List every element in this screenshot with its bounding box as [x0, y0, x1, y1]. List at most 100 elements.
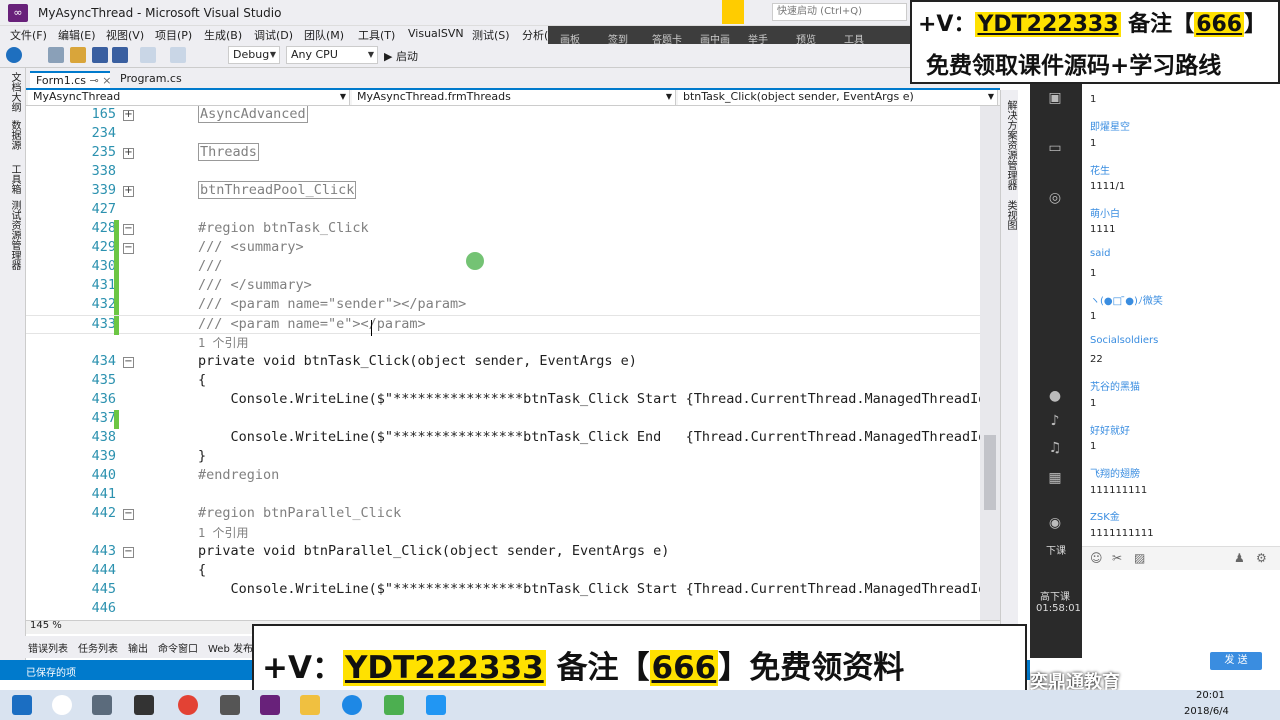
- menu-tools[interactable]: 工具(T): [358, 27, 395, 43]
- member-dropdown[interactable]: btnTask_Click(object sender, EventArgs e…: [678, 90, 998, 105]
- pin-icon[interactable]: ⊸ ×: [89, 74, 111, 87]
- chat-username[interactable]: 萌小白: [1090, 205, 1120, 220]
- chat-username[interactable]: 即燿星空: [1090, 118, 1130, 133]
- reference-count-link[interactable]: 1 个引用: [198, 334, 248, 351]
- collapsed-region[interactable]: Threads: [198, 143, 259, 161]
- menu-build[interactable]: 生成(B): [204, 27, 242, 43]
- new-project-icon[interactable]: [48, 47, 64, 63]
- zoom-level-select[interactable]: 145 %: [30, 620, 62, 631]
- screen-share-icon[interactable]: ▭: [1045, 140, 1065, 160]
- solution-explorer-tab[interactable]: 解决方案资源管理器: [1003, 100, 1018, 190]
- fold-collapse-icon[interactable]: −: [123, 357, 134, 368]
- speaker-icon[interactable]: ♪: [1045, 413, 1065, 433]
- chat-username[interactable]: 好好就好: [1090, 422, 1130, 437]
- code-line: 440 #endregion: [26, 467, 986, 486]
- save-all-icon[interactable]: [112, 47, 128, 63]
- end-class-label[interactable]: 下课: [1046, 542, 1066, 557]
- chat-username[interactable]: ZSK金: [1090, 508, 1120, 523]
- tab-output[interactable]: 输出: [128, 640, 148, 655]
- configuration-select[interactable]: Debug ▼: [228, 46, 280, 64]
- back-icon[interactable]: [6, 47, 22, 63]
- menu-analyze[interactable]: 分析(: [522, 27, 548, 43]
- filter-icon[interactable]: [722, 0, 744, 24]
- tab-task-list[interactable]: 任务列表: [78, 640, 118, 655]
- search-icon[interactable]: [52, 695, 72, 715]
- chrome-icon[interactable]: [178, 695, 198, 715]
- class-dropdown[interactable]: MyAsyncThread.frmThreads ▼: [352, 90, 676, 105]
- tab-program[interactable]: Program.cs: [114, 71, 188, 88]
- chat-username[interactable]: 花生: [1090, 162, 1110, 177]
- fold-expand-icon[interactable]: +: [123, 148, 134, 159]
- menu-file[interactable]: 文件(F): [10, 27, 47, 43]
- tab-web-publish[interactable]: Web 发布: [208, 640, 253, 655]
- menu-edit[interactable]: 编辑(E): [58, 27, 96, 43]
- members-icon[interactable]: ♟: [1234, 551, 1245, 565]
- emoji-icon[interactable]: ☺: [1090, 551, 1103, 565]
- task-view-icon[interactable]: [92, 695, 112, 715]
- fold-collapse-icon[interactable]: −: [123, 224, 134, 235]
- vertical-scrollbar[interactable]: [980, 106, 1000, 620]
- undo-icon[interactable]: [140, 47, 156, 63]
- chat-username[interactable]: 艽谷的黑猫: [1090, 378, 1140, 393]
- whiteboard-icon[interactable]: ◎: [1045, 190, 1065, 210]
- class-view-tab[interactable]: 类视图: [1003, 200, 1018, 230]
- redo-icon[interactable]: [170, 47, 186, 63]
- chat-username[interactable]: Socialsoldiers: [1090, 335, 1158, 346]
- app-icon[interactable]: [134, 695, 154, 715]
- fold-collapse-icon[interactable]: −: [123, 509, 134, 520]
- toolbox-tab[interactable]: 工具箱: [7, 164, 22, 194]
- app-icon[interactable]: [220, 695, 240, 715]
- tab-form1[interactable]: Form1.cs ⊸ ×: [30, 71, 111, 88]
- platform-select[interactable]: Any CPU ▼: [286, 46, 378, 64]
- app-icon[interactable]: [426, 695, 446, 715]
- app-icon[interactable]: [384, 695, 404, 715]
- fold-expand-icon[interactable]: +: [123, 186, 134, 197]
- chat-username[interactable]: said: [1090, 248, 1110, 259]
- menu-team[interactable]: 团队(M): [304, 27, 344, 43]
- data-sources-tab[interactable]: 数据源: [7, 120, 22, 150]
- send-button[interactable]: 发 送: [1210, 652, 1262, 670]
- test-explorer-tab[interactable]: 测试资源管理器: [7, 200, 22, 270]
- app-icon[interactable]: [342, 695, 362, 715]
- code-editor[interactable]: 165 + AsyncAdvanced 234 235 + Threads 338 33…: [26, 106, 986, 620]
- code-text: private void btnParallel_Click(object se…: [198, 543, 670, 559]
- chat-message: 1111/1: [1090, 181, 1126, 192]
- menu-view[interactable]: 视图(V): [106, 27, 144, 43]
- scissors-icon[interactable]: ✂: [1112, 551, 1122, 565]
- quick-launch-input[interactable]: 快速启动 (Ctrl+Q): [772, 3, 907, 21]
- promo-bottom-line: +V：YDT222333 备注【666】免费领资料: [262, 650, 905, 686]
- settings-icon[interactable]: ⚙: [1256, 551, 1267, 565]
- image-icon[interactable]: ▨: [1134, 551, 1145, 565]
- fold-expand-icon[interactable]: +: [123, 110, 134, 121]
- scrollbar-thumb[interactable]: [984, 435, 996, 510]
- menu-debug[interactable]: 调试(D): [254, 27, 293, 43]
- collapsed-region[interactable]: btnThreadPool_Click: [198, 181, 357, 199]
- project-dropdown[interactable]: MyAsyncThread ▼: [28, 90, 350, 105]
- layout-icon[interactable]: ▦: [1045, 470, 1065, 490]
- visual-studio-icon[interactable]: [260, 695, 280, 715]
- start-button[interactable]: ▶ 启动: [384, 48, 418, 64]
- tab-command-window[interactable]: 命令窗口: [158, 640, 198, 655]
- clock-time[interactable]: 20:01: [1196, 690, 1225, 701]
- menu-test[interactable]: 测试(S): [472, 27, 510, 43]
- reference-count-link[interactable]: 1 个引用: [198, 524, 248, 541]
- folder-icon[interactable]: [300, 695, 320, 715]
- fold-collapse-icon[interactable]: −: [123, 547, 134, 558]
- tab-error-list[interactable]: 错误列表: [28, 640, 68, 655]
- collapsed-region[interactable]: AsyncAdvanced: [198, 106, 308, 123]
- camera-icon[interactable]: ▣: [1045, 90, 1065, 110]
- fold-collapse-icon[interactable]: −: [123, 243, 134, 254]
- menu-project[interactable]: 项目(P): [155, 27, 192, 43]
- save-icon[interactable]: [92, 47, 108, 63]
- menu-visualsvn[interactable]: VisualSVN: [408, 27, 464, 40]
- music-icon[interactable]: ♫: [1045, 440, 1065, 460]
- clock-date[interactable]: 2018/6/4: [1184, 706, 1229, 717]
- start-icon[interactable]: [12, 695, 32, 715]
- doc-outline-tab[interactable]: 文档大纲: [7, 72, 22, 112]
- chat-username[interactable]: ヽ(●□ ̄●)ﾉ微笑: [1090, 292, 1163, 307]
- chat-username[interactable]: 飞翔的翅膀: [1090, 465, 1140, 480]
- code-text: #endregion: [198, 467, 280, 483]
- mic-icon[interactable]: ●: [1045, 388, 1065, 408]
- end-class-icon[interactable]: ◉: [1045, 515, 1065, 535]
- open-file-icon[interactable]: [70, 47, 86, 63]
